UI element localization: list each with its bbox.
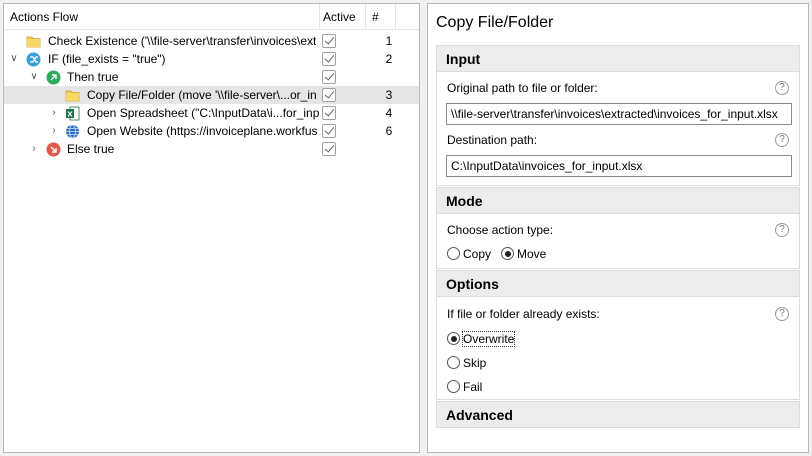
tree-row[interactable]: ∨ IF (file_exists = "true") 2	[4, 50, 419, 68]
column-header-active[interactable]: Active	[320, 4, 366, 30]
options-section-header[interactable]: Options	[437, 271, 799, 297]
active-checkbox[interactable]	[322, 124, 336, 138]
active-checkbox[interactable]	[322, 34, 336, 48]
fail-radio-label: Fail	[463, 380, 483, 394]
tree-row[interactable]: › Else true	[4, 140, 419, 158]
collapse-chevron-icon[interactable]: ›	[48, 122, 60, 140]
copy-radio[interactable]: Copy	[447, 246, 491, 262]
svg-text:X: X	[67, 111, 73, 119]
tree-row[interactable]: › X Open Spreadsheet ("C:\InputData\i...…	[4, 104, 419, 122]
excel-icon: X	[65, 106, 80, 121]
destination-path-label: Destination path:	[447, 133, 538, 147]
active-checkbox[interactable]	[322, 106, 336, 120]
skip-radio[interactable]: Skip	[447, 355, 486, 371]
copy-radio-label: Copy	[463, 247, 492, 261]
active-checkbox[interactable]	[322, 52, 336, 66]
overwrite-radio-label: Overwrite	[461, 331, 516, 347]
options-section: Options If file or folder already exists…	[436, 270, 800, 400]
mode-section-header[interactable]: Mode	[437, 188, 799, 214]
globe-icon	[65, 124, 80, 139]
tree-row-selected[interactable]: Copy File/Folder (move '\\file-server\..…	[4, 86, 419, 104]
tree-row-label: Check Existence ('\\file-server\transfer…	[48, 34, 317, 48]
tree-row-label: Then true	[67, 70, 119, 84]
help-icon[interactable]: ?	[775, 307, 789, 321]
help-icon[interactable]: ?	[775, 133, 789, 147]
row-number: 6	[385, 124, 393, 138]
radio-circle[interactable]	[447, 332, 460, 345]
folder-icon	[65, 88, 80, 103]
row-number: 4	[385, 106, 393, 120]
tree-row-label: Open Spreadsheet ("C:\InputData\i...for_…	[87, 106, 320, 120]
folder-icon	[26, 34, 41, 49]
condition-icon	[26, 52, 41, 67]
source-path-input[interactable]	[446, 103, 792, 125]
collapse-chevron-icon[interactable]: ›	[48, 104, 60, 122]
action-type-label: Choose action type:	[447, 223, 554, 237]
row-number: 2	[385, 52, 393, 66]
radio-circle[interactable]	[447, 247, 460, 260]
exists-label: If file or folder already exists:	[447, 307, 600, 321]
fail-radio[interactable]: Fail	[447, 379, 482, 395]
tree-row-label: Else true	[67, 142, 115, 156]
active-checkbox[interactable]	[322, 88, 336, 102]
radio-circle[interactable]	[501, 247, 514, 260]
input-section-header[interactable]: Input	[437, 46, 799, 72]
row-number: 1	[385, 34, 393, 48]
advanced-section: Advanced	[436, 401, 800, 428]
actions-flow-panel: Actions Flow Active # Check Existence ('…	[3, 3, 420, 453]
tree-row-label: Copy File/Folder (move '\\file-server\..…	[87, 88, 317, 102]
properties-panel: Copy File/Folder Input Original path to …	[427, 3, 809, 453]
panel-title: Copy File/Folder	[436, 14, 554, 31]
destination-path-input[interactable]	[446, 155, 792, 177]
skip-radio-label: Skip	[463, 356, 487, 370]
radio-circle[interactable]	[447, 356, 460, 369]
active-checkbox[interactable]	[322, 142, 336, 156]
move-radio[interactable]: Move	[501, 246, 546, 262]
tree-row-label: IF (file_exists = "true")	[48, 52, 166, 66]
column-header-number[interactable]: #	[366, 4, 396, 30]
column-header-actions[interactable]: Actions Flow	[4, 4, 320, 30]
expand-chevron-icon[interactable]: ∨	[28, 68, 40, 86]
active-checkbox[interactable]	[322, 70, 336, 84]
radio-circle[interactable]	[447, 380, 460, 393]
source-path-label: Original path to file or folder:	[447, 81, 598, 95]
move-radio-label: Move	[517, 247, 547, 261]
tree-row[interactable]: › Open Website (https://invoiceplane.wor…	[4, 122, 419, 140]
expand-chevron-icon[interactable]: ∨	[8, 50, 20, 68]
tree-row[interactable]: ∨ Then true	[4, 68, 419, 86]
tree-row[interactable]: Check Existence ('\\file-server\transfer…	[4, 32, 419, 50]
tree-row-label: Open Website (https://invoiceplane.workf…	[87, 124, 318, 138]
collapse-chevron-icon[interactable]: ›	[28, 140, 40, 158]
advanced-section-header[interactable]: Advanced	[437, 402, 799, 428]
else-icon	[46, 142, 61, 157]
then-arrow-icon	[46, 70, 61, 85]
row-number: 3	[385, 88, 393, 102]
input-section: Input Original path to file or folder: ?…	[436, 45, 800, 186]
help-icon[interactable]: ?	[775, 223, 789, 237]
mode-section: Mode Choose action type: ? Copy Move	[436, 187, 800, 269]
help-icon[interactable]: ?	[775, 81, 789, 95]
tree-header: Actions Flow Active #	[4, 4, 419, 30]
overwrite-radio[interactable]: Overwrite	[447, 331, 516, 347]
